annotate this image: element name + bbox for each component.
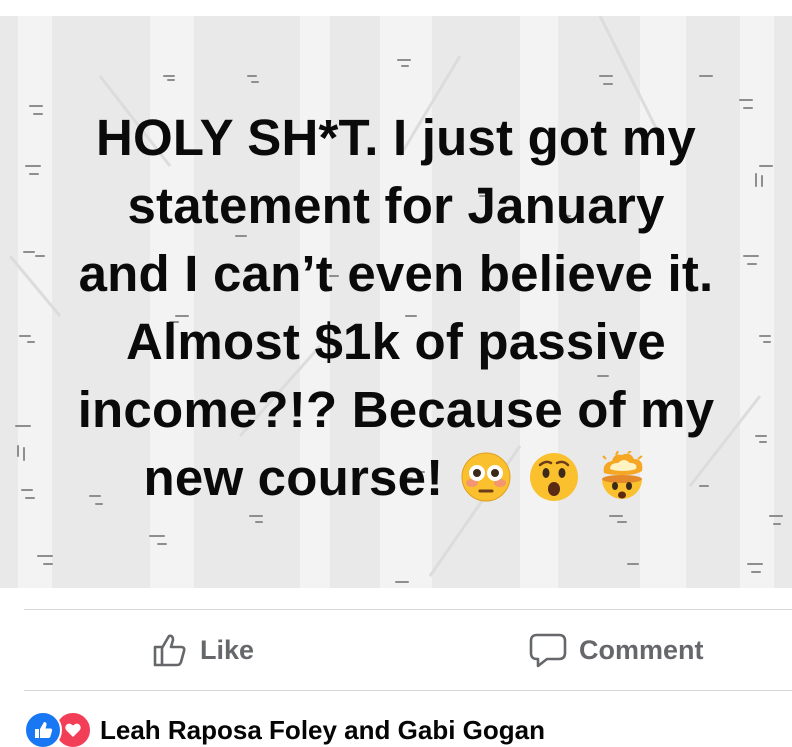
post-text: HOLY SH*T. I just got my statement for J… [40,104,752,512]
post-text-line: new course! [143,449,444,506]
reactors-names[interactable]: Leah Raposa Foley and Gabi Gogan [100,715,545,746]
top-divider [24,609,792,610]
post-text-last-line: new course! [40,444,752,512]
comment-button[interactable]: Comment [529,611,704,689]
flushed-face-emoji [461,452,511,502]
post-text-line: income?!? Because of my [77,381,715,438]
post-action-bar: Like Comment [24,611,792,689]
post-background: HOLY SH*T. I just got my statement for J… [0,16,792,588]
comment-bubble-icon [529,633,567,668]
like-reaction-icon [24,711,62,747]
reactions-summary[interactable]: Leah Raposa Foley and Gabi Gogan [24,710,545,747]
post-card: HOLY SH*T. I just got my statement for J… [0,0,792,747]
thumbs-up-icon [153,634,186,667]
like-button[interactable]: Like [152,611,254,689]
like-label: Like [200,634,255,665]
bottom-divider [24,690,792,691]
astonished-face-emoji [530,453,579,501]
post-text-line: statement for January [127,177,665,234]
exploding-head-emoji [602,451,644,499]
post-text-line: Almost $1k of passive [126,313,666,370]
comment-label: Comment [579,634,704,665]
post-text-line: HOLY SH*T. I just got my [96,109,696,166]
post-text-line: and I can’t even believe it. [78,245,714,302]
